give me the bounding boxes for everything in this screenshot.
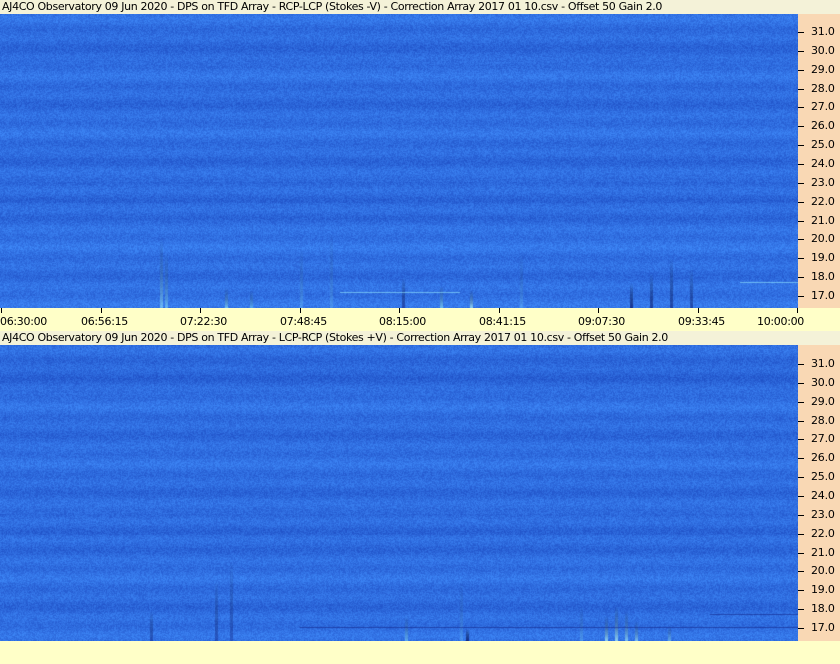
time-tick-label: 10:00:00	[757, 315, 805, 328]
freq-tick	[798, 201, 804, 203]
time-tick	[797, 308, 798, 313]
freq-tick	[798, 627, 804, 629]
freq-tick-label: 25.0	[811, 138, 835, 152]
freq-tick-label: 17.0	[811, 620, 835, 634]
freq-tick	[798, 552, 804, 554]
freq-tick	[798, 295, 804, 297]
freq-tick	[798, 126, 804, 128]
freq-tick-label: 29.0	[811, 394, 835, 408]
time-tick	[1, 308, 2, 313]
time-tick	[101, 308, 102, 313]
freq-tick-label: 18.0	[811, 270, 835, 284]
freq-tick-label: 20.0	[811, 564, 835, 578]
freq-tick	[798, 533, 804, 535]
time-tick-label: 09:07:30	[578, 315, 626, 328]
freq-tick-label: 22.0	[811, 194, 835, 208]
freq-tick	[798, 364, 804, 365]
freq-tick-label: 28.0	[811, 81, 835, 95]
freq-tick	[798, 609, 804, 611]
freq-tick	[798, 258, 804, 260]
time-tick-label: 07:48:45	[280, 315, 328, 328]
time-tick	[200, 308, 201, 313]
freq-tick	[798, 163, 804, 165]
time-tick-label: 08:41:15	[479, 315, 527, 328]
freq-tick-label: 27.0	[811, 432, 835, 446]
freq-tick-label: 22.0	[811, 526, 835, 540]
time-tick	[300, 308, 301, 313]
freq-tick-label: 30.0	[811, 375, 835, 389]
freq-tick-label: 19.0	[811, 251, 835, 265]
freq-tick-label: 21.0	[811, 545, 835, 559]
time-tick-label: 06:56:15	[81, 315, 129, 328]
freq-tick-label: 24.0	[811, 156, 835, 170]
bottom-spectrogram-canvas	[0, 345, 798, 641]
bottom-spectrogram[interactable]	[0, 345, 798, 641]
time-tick	[499, 308, 500, 313]
freq-tick	[798, 145, 804, 147]
freq-tick	[798, 571, 804, 573]
freq-tick	[798, 495, 804, 497]
time-tick-label: 09:33:45	[678, 315, 726, 328]
freq-tick	[798, 514, 804, 516]
freq-tick-label: 30.0	[811, 43, 835, 57]
time-tick	[698, 308, 699, 313]
freq-tick-label: 31.0	[811, 25, 835, 38]
freq-tick-label: 23.0	[811, 175, 835, 189]
time-tick	[399, 308, 400, 313]
time-tick-label: 07:22:30	[180, 315, 228, 328]
freq-tick	[798, 477, 804, 479]
freq-tick	[798, 69, 804, 71]
freq-tick-label: 25.0	[811, 470, 835, 484]
freq-tick-label: 19.0	[811, 583, 835, 597]
top-spectrogram[interactable]	[0, 14, 798, 308]
freq-tick-label: 29.0	[811, 62, 835, 76]
top-frequency-axis: 31.0 30.0 29.0 28.0 27.0 26.0 25.0 24.0 23.0 22.0…	[798, 14, 840, 308]
freq-tick	[798, 420, 804, 422]
freq-tick-label: 23.0	[811, 507, 835, 521]
freq-tick-label: 21.0	[811, 213, 835, 227]
freq-tick	[798, 590, 804, 592]
freq-tick-label: 26.0	[811, 451, 835, 465]
freq-tick-label: 18.0	[811, 602, 835, 616]
freq-tick	[798, 107, 804, 109]
freq-tick	[798, 439, 804, 441]
freq-tick-label: 31.0	[811, 357, 835, 370]
freq-tick	[798, 220, 804, 222]
top-spectrogram-canvas	[0, 14, 798, 308]
time-tick-label: 06:30:00	[0, 315, 48, 328]
freq-tick-label: 27.0	[811, 100, 835, 114]
bottom-frequency-axis: 31.0 30.0 29.0 28.0 27.0 26.0 25.0 24.0 23.0 22.0…	[798, 345, 840, 641]
freq-tick	[798, 277, 804, 279]
freq-tick-label: 26.0	[811, 119, 835, 133]
bottom-time-axis-area	[0, 641, 840, 664]
freq-tick-label: 24.0	[811, 488, 835, 502]
freq-tick-label: 17.0	[811, 288, 835, 302]
freq-tick	[798, 32, 804, 33]
time-tick-label: 08:15:00	[379, 315, 427, 328]
freq-tick-label: 28.0	[811, 413, 835, 427]
time-axis: 06:30:00 06:56:15 07:22:30 07:48:45 08:15:00…	[0, 308, 840, 331]
freq-tick	[798, 239, 804, 241]
time-tick	[598, 308, 599, 313]
bottom-panel-title: AJ4CO Observatory 09 Jun 2020 - DPS on T…	[0, 331, 840, 345]
freq-tick	[798, 382, 804, 384]
top-panel-title: AJ4CO Observatory 09 Jun 2020 - DPS on T…	[0, 0, 840, 14]
freq-tick	[798, 88, 804, 90]
freq-tick	[798, 458, 804, 460]
freq-tick-label: 20.0	[811, 232, 835, 246]
freq-tick	[798, 50, 804, 52]
freq-tick	[798, 182, 804, 184]
freq-tick	[798, 401, 804, 403]
